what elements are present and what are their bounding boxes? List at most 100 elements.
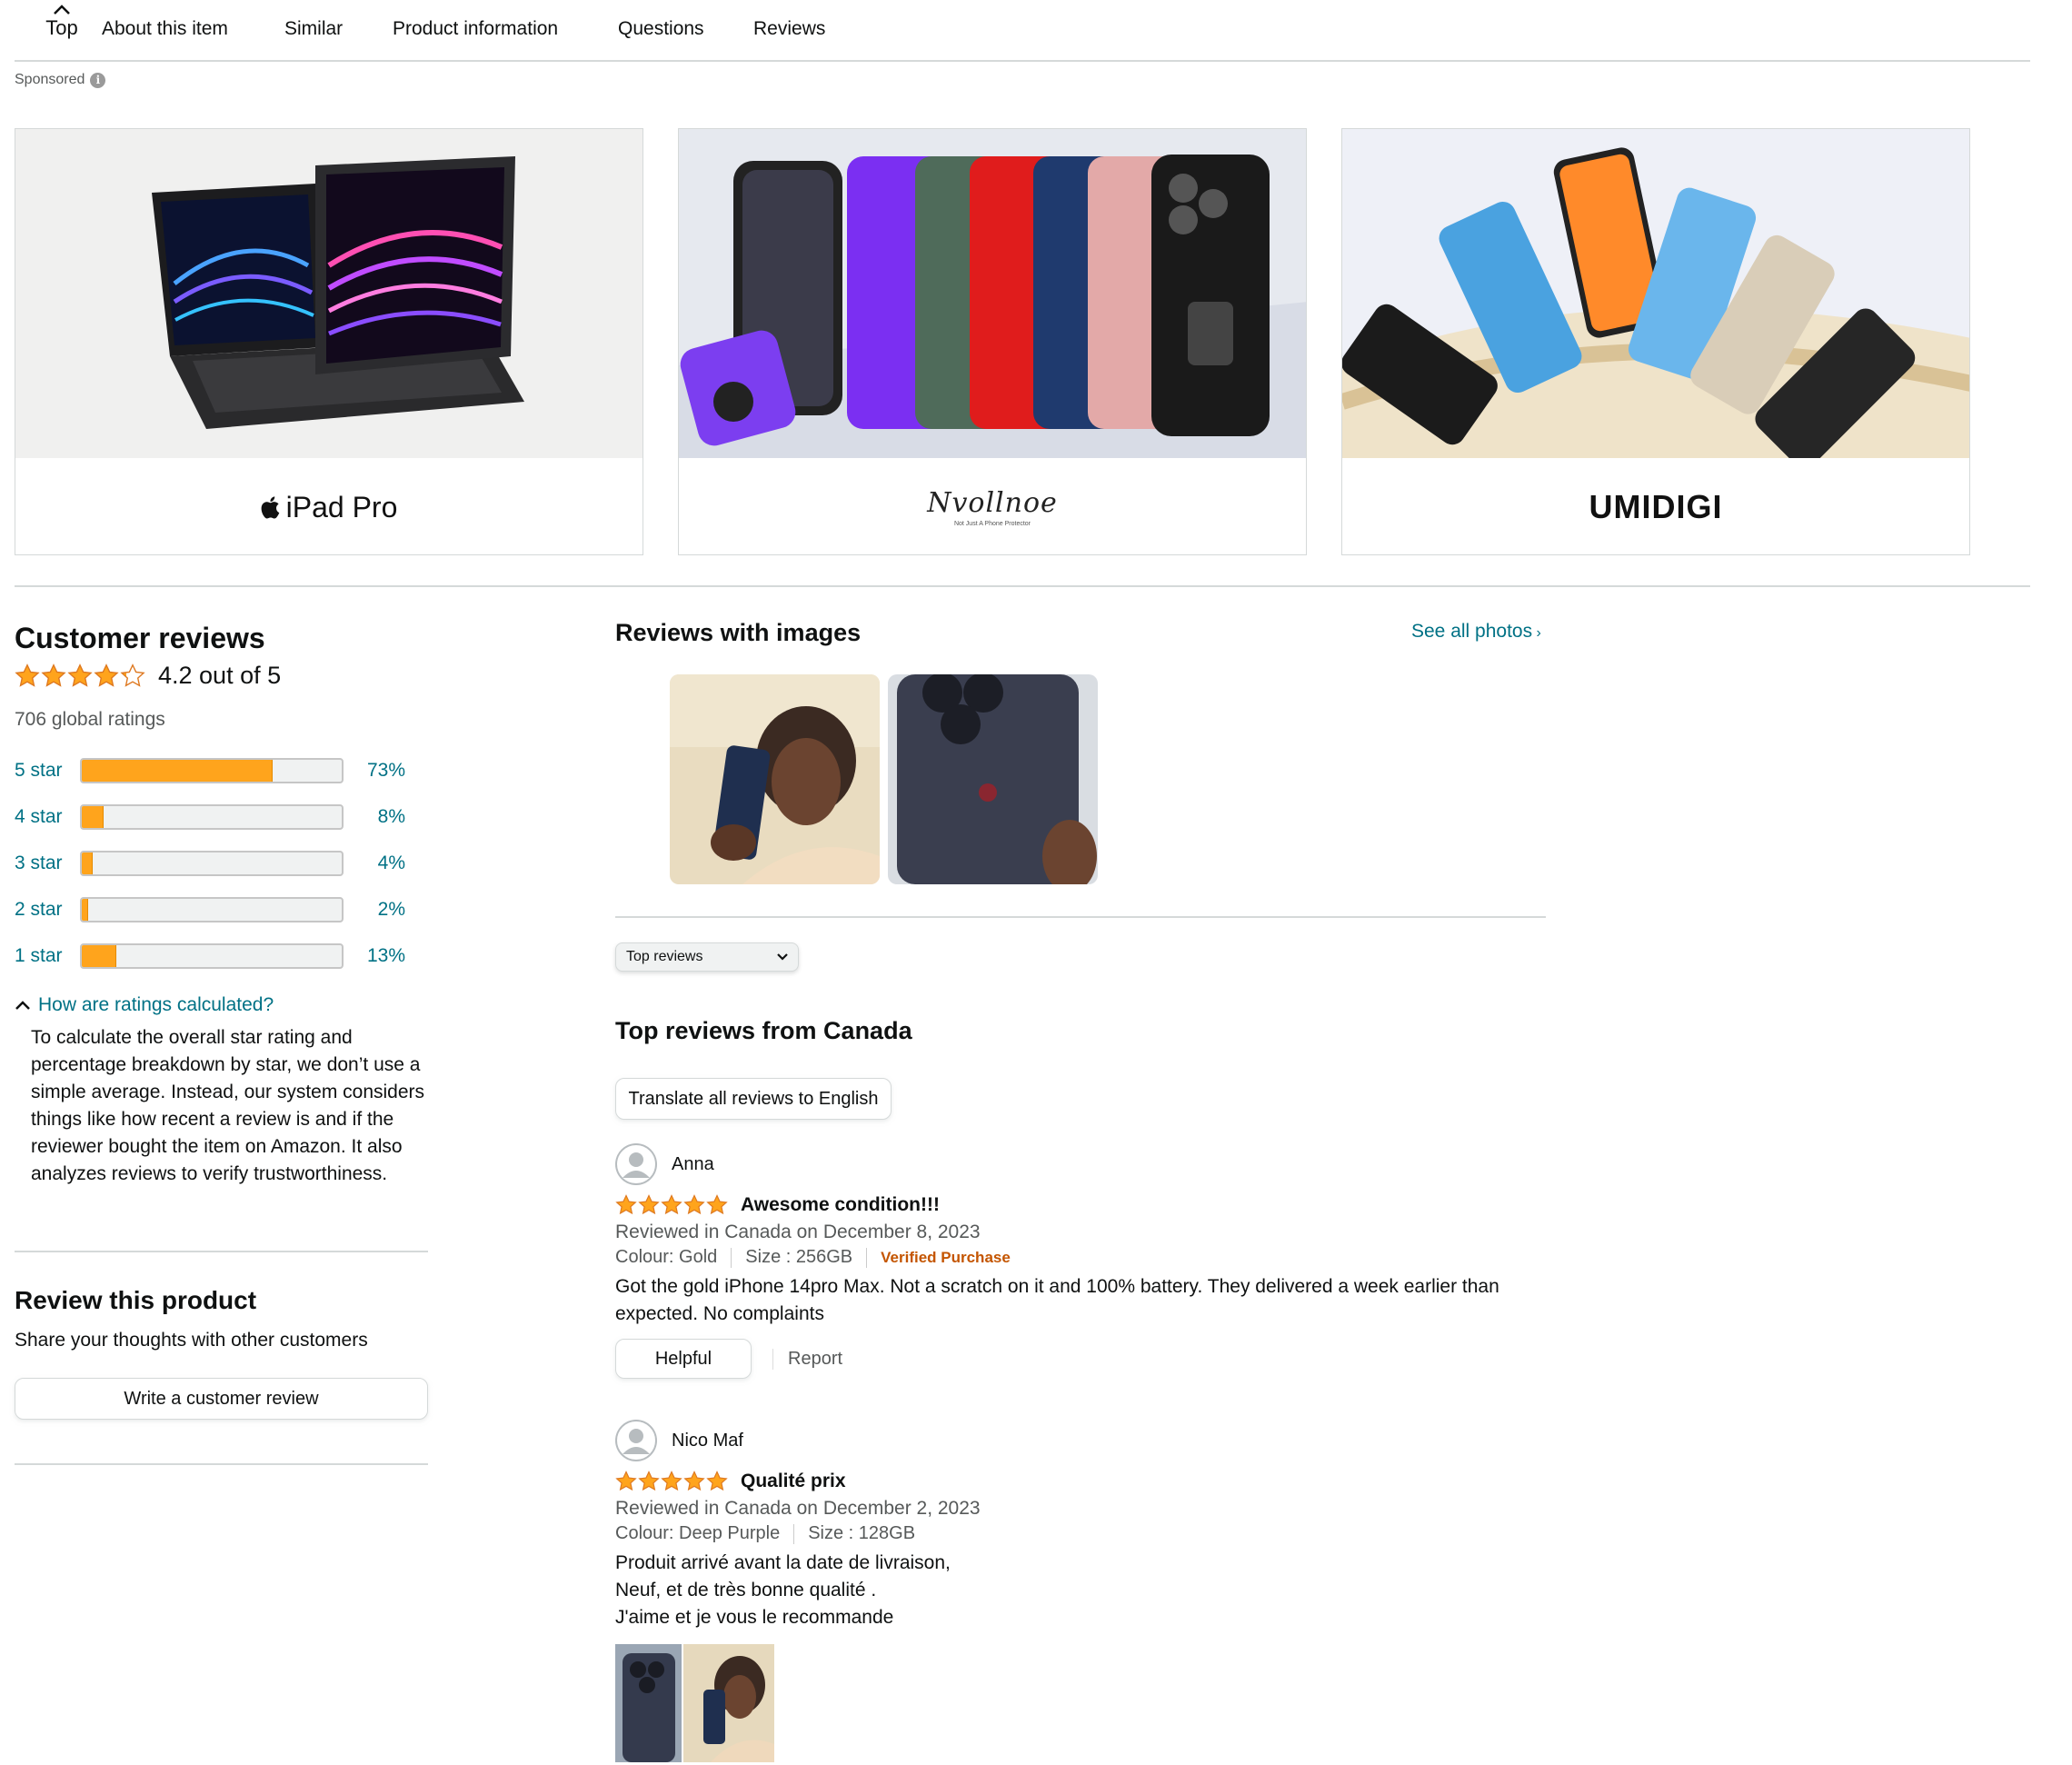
ipad-product-image xyxy=(15,129,643,458)
right-divider xyxy=(615,916,1546,918)
avatar xyxy=(615,1420,657,1461)
overall-stars[interactable] xyxy=(15,663,145,689)
histogram-label: 2 star xyxy=(15,899,63,920)
left-divider xyxy=(15,1251,428,1252)
review-image-thumbnail[interactable] xyxy=(670,674,880,884)
histogram-fill xyxy=(82,760,273,782)
star-icon xyxy=(683,1194,705,1215)
star-icon xyxy=(661,1471,682,1491)
review-body-line: Produit arrivé avant la date de livraiso… xyxy=(615,1552,951,1573)
info-icon[interactable]: i xyxy=(90,72,106,88)
star-icon xyxy=(67,663,93,687)
histogram-percent: 2% xyxy=(377,899,405,920)
sponsored-label: Sponsored i xyxy=(15,72,106,88)
review-body: Got the gold iPhone 14pro Max. Not a scr… xyxy=(615,1276,1499,1324)
histogram-label: 3 star xyxy=(15,853,63,873)
histogram-bar xyxy=(80,897,344,922)
histogram-row-3[interactable]: 3 star 4% xyxy=(15,851,405,878)
histogram-percent: 4% xyxy=(377,853,405,873)
variant-colour[interactable]: Colour: Deep Purple xyxy=(615,1523,780,1544)
review-title[interactable]: Qualité prix xyxy=(741,1471,846,1492)
star-icon xyxy=(661,1194,682,1215)
chevron-up-icon xyxy=(15,1001,30,1010)
verified-purchase-badge[interactable]: Verified Purchase xyxy=(881,1249,1011,1267)
reviewer-profile[interactable]: Anna xyxy=(615,1143,1551,1185)
review-date: Reviewed in Canada on December 8, 2023 xyxy=(615,1222,981,1242)
review-variant: Colour: Deep Purple Size : 128GB xyxy=(615,1523,1551,1544)
nav-similar[interactable]: Similar xyxy=(284,18,343,40)
helpful-button[interactable]: Helpful xyxy=(615,1339,752,1379)
sponsored-card-nvollnoe[interactable]: Nvollnoe Not Just A Phone Protector xyxy=(678,128,1307,555)
star-icon xyxy=(638,1471,660,1491)
chevron-up-icon xyxy=(54,5,70,15)
histogram-row-1[interactable]: 1 star 13% xyxy=(15,943,405,971)
star-icon xyxy=(706,1194,728,1215)
report-link[interactable]: Report xyxy=(772,1348,842,1370)
sponsored-card-ipad[interactable]: iPad Pro xyxy=(15,128,643,555)
review-image-thumbnail[interactable] xyxy=(615,1644,682,1762)
histogram-bar xyxy=(80,851,344,876)
review-body-line: J'aime et je vous le recommande xyxy=(615,1607,894,1628)
histogram-fill xyxy=(82,853,94,874)
review-image-thumbnail[interactable] xyxy=(683,1644,774,1762)
review-title[interactable]: Awesome condition!!! xyxy=(741,1194,940,1216)
star-icon xyxy=(15,663,40,687)
histogram-row-2[interactable]: 2 star 2% xyxy=(15,897,405,924)
histogram-label: 1 star xyxy=(15,945,63,966)
histogram-label: 5 star xyxy=(15,760,63,781)
star-icon xyxy=(41,663,66,687)
review-product-subtitle: Share your thoughts with other customers xyxy=(15,1330,368,1351)
histogram-bar xyxy=(80,804,344,830)
how-ratings-calculated-toggle[interactable]: How are ratings calculated? xyxy=(15,994,274,1016)
brand-name: UMIDIGI xyxy=(1589,488,1723,525)
star-icon xyxy=(615,1471,637,1491)
review-stars[interactable] xyxy=(615,1194,728,1216)
nav-top-label: Top xyxy=(45,16,78,39)
star-icon xyxy=(120,663,145,687)
histogram-row-5[interactable]: 5 star 73% xyxy=(15,758,405,785)
chevron-right-icon: › xyxy=(1532,625,1541,641)
histogram-row-4[interactable]: 4 star 8% xyxy=(15,804,405,832)
review-stars[interactable] xyxy=(615,1471,728,1492)
nav-questions[interactable]: Questions xyxy=(618,18,704,40)
phone-case-product-image xyxy=(679,129,1306,458)
card-brand: Nvollnoe Not Just A Phone Protector xyxy=(679,458,1306,554)
review-image-thumbnail[interactable] xyxy=(888,674,1098,884)
nav-top-link[interactable]: Top xyxy=(29,4,95,40)
variant-size[interactable]: Size : 256GB xyxy=(745,1247,852,1268)
star-icon xyxy=(638,1194,660,1215)
sponsored-card-umidigi[interactable]: UMIDIGI xyxy=(1341,128,1970,555)
write-review-button[interactable]: Write a customer review xyxy=(15,1378,428,1420)
avatar xyxy=(615,1143,657,1185)
histogram-fill xyxy=(82,899,88,921)
review-date: Reviewed in Canada on December 2, 2023 xyxy=(615,1498,981,1519)
sort-reviews-select[interactable]: Top reviews xyxy=(615,942,799,972)
histogram-bar xyxy=(80,758,344,783)
review-body: Produit arrivé avant la date de livraiso… xyxy=(615,1550,1551,1631)
see-all-photos-link[interactable]: See all photos › xyxy=(1411,621,1541,643)
variant-colour[interactable]: Colour: Gold xyxy=(615,1247,717,1268)
overall-rating: 4.2 out of 5 xyxy=(15,662,281,690)
left-divider-bottom xyxy=(15,1463,428,1465)
translate-reviews-button[interactable]: Translate all reviews to English xyxy=(615,1078,892,1120)
see-all-label: See all photos xyxy=(1411,621,1533,642)
review-images xyxy=(615,1644,1551,1762)
histogram-bar xyxy=(80,943,344,969)
histogram-fill xyxy=(82,945,117,967)
histogram-percent: 8% xyxy=(377,806,405,827)
nav-about-item[interactable]: About this item xyxy=(102,18,228,40)
sponsored-text: Sponsored xyxy=(15,72,85,87)
nav-product-information[interactable]: Product information xyxy=(393,18,558,40)
histogram-fill xyxy=(82,806,104,828)
card-brand: iPad Pro xyxy=(15,458,643,554)
star-icon xyxy=(94,663,119,687)
nav-reviews[interactable]: Reviews xyxy=(753,18,825,40)
star-icon xyxy=(706,1471,728,1491)
phones-product-image xyxy=(1342,129,1969,458)
reviewer-profile[interactable]: Nico Maf xyxy=(615,1420,1551,1461)
variant-size[interactable]: Size : 128GB xyxy=(808,1523,915,1544)
how-ratings-label: How are ratings calculated? xyxy=(38,994,274,1015)
brand-name: iPad Pro xyxy=(285,490,398,524)
section-nav-bar: Top About this item Similar Product info… xyxy=(15,0,2030,62)
customer-reviews-title: Customer reviews xyxy=(15,622,265,654)
